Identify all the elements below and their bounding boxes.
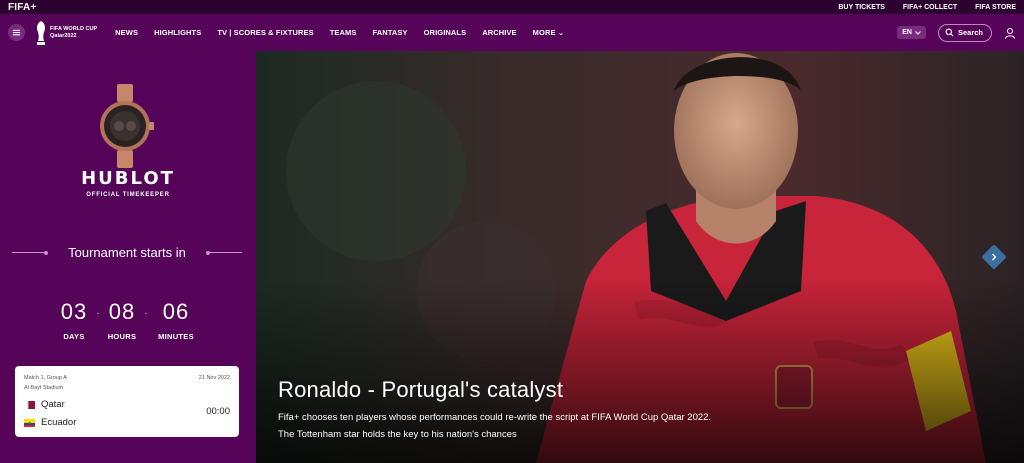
heading-divider-left bbox=[12, 250, 48, 255]
nav-news[interactable]: NEWS bbox=[115, 28, 138, 37]
nav-teams[interactable]: TEAMS bbox=[330, 28, 357, 37]
match-card-header: Match 1, Group A 21 Nov 2022 bbox=[24, 375, 230, 381]
search-button[interactable]: Search bbox=[937, 23, 992, 42]
chevron-down-icon bbox=[915, 30, 921, 35]
home-team: Qatar bbox=[24, 399, 65, 410]
hero-banner[interactable]: Ronaldo - Portugal's catalyst Fifa+ choo… bbox=[256, 51, 1024, 463]
hamburger-icon bbox=[12, 29, 21, 36]
days-label: DAYS bbox=[63, 332, 85, 341]
countdown-heading: Tournament starts in bbox=[12, 245, 242, 260]
nav-items: NEWS HIGHLIGHTS TV | SCORES & FIXTURES T… bbox=[115, 28, 564, 37]
countdown-days: 03 DAYS bbox=[55, 299, 93, 341]
nav-tv-scores-fixtures[interactable]: TV | SCORES & FIXTURES bbox=[217, 28, 313, 37]
nav-fantasy[interactable]: FANTASY bbox=[372, 28, 407, 37]
sidebar: HUBLOT OFFICIAL TIMEKEEPER Tournament st… bbox=[0, 51, 256, 463]
nav-originals[interactable]: ORIGINALS bbox=[424, 28, 467, 37]
language-selector[interactable]: EN bbox=[897, 26, 926, 39]
nav-highlights[interactable]: HIGHLIGHTS bbox=[154, 28, 201, 37]
trophy-emblem-icon bbox=[37, 20, 45, 45]
countdown-timer: 03 DAYS · 08 HOURS · 06 MINUTES bbox=[55, 299, 201, 341]
sponsor-tagline: OFFICIAL TIMEKEEPER bbox=[86, 192, 170, 198]
ecuador-flag-icon bbox=[24, 418, 35, 427]
fifa-store-link[interactable]: FIFA STORE bbox=[975, 4, 1016, 11]
hero-title[interactable]: Ronaldo - Portugal's catalyst bbox=[278, 377, 563, 403]
home-team-name: Qatar bbox=[41, 399, 65, 410]
countdown-separator: · bbox=[144, 308, 148, 319]
countdown-title: Tournament starts in bbox=[68, 245, 186, 260]
nav-right: EN Search bbox=[897, 23, 1016, 42]
logo-line-1: FIFA WORLD CUP bbox=[50, 25, 98, 32]
hero-description-line-2: The Tottenham star holds the key to his … bbox=[278, 429, 517, 440]
away-team-name: Ecuador bbox=[41, 417, 77, 428]
hours-value: 08 bbox=[108, 299, 136, 324]
heading-divider-right bbox=[206, 250, 242, 255]
match-stadium: Al Bayt Stadium bbox=[24, 385, 64, 391]
nav-more[interactable]: MORE ⌄ bbox=[533, 28, 564, 37]
chevron-right-icon bbox=[992, 253, 997, 261]
world-cup-logo[interactable]: FIFA WORLD CUP Qatar2022 bbox=[35, 20, 97, 46]
search-icon bbox=[945, 28, 954, 37]
main-nav: FIFA WORLD CUP Qatar2022 NEWS HIGHLIGHTS… bbox=[0, 14, 1024, 51]
match-card[interactable]: Match 1, Group A 21 Nov 2022 Al Bayt Sta… bbox=[15, 366, 239, 437]
match-date: 21 Nov 2022 bbox=[198, 375, 230, 381]
search-label: Search bbox=[957, 28, 983, 37]
buy-tickets-link[interactable]: BUY TICKETS bbox=[838, 4, 885, 11]
match-group: Match 1, Group A bbox=[24, 375, 67, 381]
top-links: BUY TICKETS FIFA+ COLLECT FIFA STORE bbox=[838, 4, 1016, 11]
nav-archive[interactable]: ARCHIVE bbox=[482, 28, 516, 37]
fifa-plus-logo[interactable]: FIFA+ bbox=[8, 2, 37, 13]
hero-description-line-1: Fifa+ chooses ten players whose performa… bbox=[278, 412, 712, 423]
language-label: EN bbox=[902, 29, 912, 36]
top-utility-bar: FIFA+ BUY TICKETS FIFA+ COLLECT FIFA STO… bbox=[0, 0, 1024, 14]
fifa-plus-collect-link[interactable]: FIFA+ COLLECT bbox=[903, 4, 957, 11]
menu-button[interactable] bbox=[8, 24, 25, 41]
logo-line-2: Qatar2022 bbox=[50, 32, 77, 39]
away-team: Ecuador bbox=[24, 417, 76, 428]
sponsor-name: HUBLOT bbox=[81, 168, 175, 189]
hours-label: HOURS bbox=[107, 332, 137, 341]
hero-description: Fifa+ chooses ten players whose performa… bbox=[278, 409, 838, 443]
hublot-watch-icon[interactable] bbox=[95, 84, 155, 168]
match-time: 00:00 bbox=[206, 406, 230, 417]
countdown-hours: 08 HOURS bbox=[103, 299, 141, 341]
user-icon[interactable] bbox=[1004, 27, 1016, 39]
minutes-value: 06 bbox=[162, 299, 190, 324]
countdown-minutes: 06 MINUTES bbox=[151, 299, 201, 341]
days-value: 03 bbox=[60, 299, 88, 324]
countdown-separator: · bbox=[96, 308, 100, 319]
qatar-flag-icon bbox=[24, 400, 35, 409]
minutes-label: MINUTES bbox=[158, 332, 194, 341]
